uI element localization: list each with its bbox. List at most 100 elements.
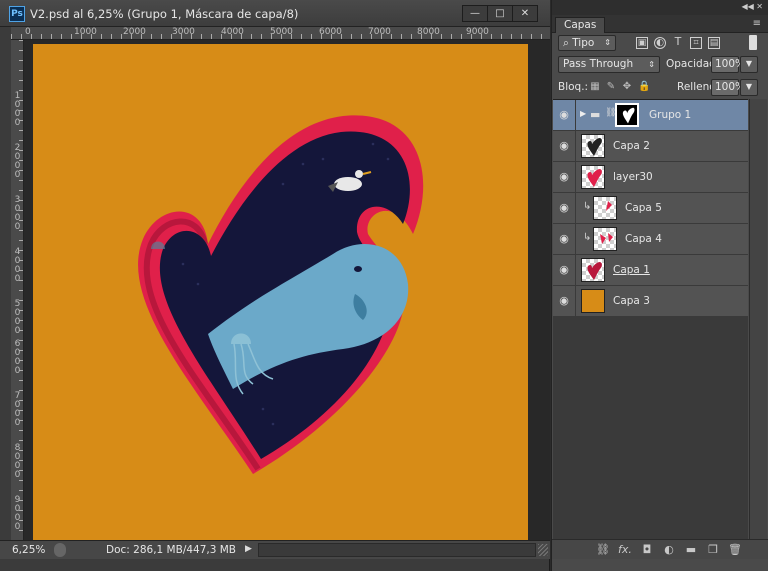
- panel-tab-bar: Capas ≡: [552, 15, 768, 33]
- vertical-ruler[interactable]: 1 0 0 0 2 0 0 0 3 0 0 0 4 0 0 0 5 0 0 0 …: [11, 40, 24, 540]
- status-menu-arrow-icon[interactable]: ▶: [245, 544, 252, 554]
- layer-name: Grupo 1: [649, 109, 692, 121]
- layer-thumbnail: [593, 227, 617, 251]
- panel-header-strip: ◀◀ ✕: [552, 0, 768, 15]
- horizontal-ruler[interactable]: 0 1000 2000 3000 4000 5000 6000 7000 800…: [11, 27, 550, 40]
- status-bar: 6,25% Doc: 286,1 MB/447,3 MB ▶: [0, 540, 550, 559]
- layer-thumbnail: [581, 134, 605, 158]
- clipping-mask-arrow-icon: ↳: [583, 232, 592, 243]
- expand-group-arrow-icon[interactable]: ▶: [580, 109, 586, 118]
- ruler-label: 8 0 0 0: [14, 443, 21, 480]
- ruler-label: 4 0 0 0: [14, 247, 21, 284]
- lock-all-icon[interactable]: 🔒: [638, 82, 650, 92]
- adjustment-filter-icon[interactable]: ◐: [654, 37, 666, 49]
- lock-position-icon[interactable]: ✥: [622, 82, 632, 92]
- search-icon: ⌕: [563, 37, 573, 49]
- filter-selected-value: Tipo: [572, 37, 595, 49]
- blend-mode-select[interactable]: Pass Through ⇕: [558, 56, 660, 73]
- ruler-label: 5 0 0 0: [14, 299, 21, 336]
- document-title-bar[interactable]: Ps V2.psd al 6,25% (Grupo 1, Máscara de …: [0, 0, 550, 27]
- shape-filter-icon[interactable]: ⌗: [690, 37, 702, 49]
- ruler-label: 6000: [319, 27, 342, 37]
- layer-thumbnail: [593, 196, 617, 220]
- visibility-eye-icon[interactable]: ◉: [553, 100, 576, 130]
- chevron-updown-icon: ⇕: [648, 60, 655, 69]
- fx-icon[interactable]: fx.: [618, 543, 632, 557]
- layer-name: Capa 5: [625, 202, 662, 214]
- photoshop-app-icon: Ps: [9, 6, 25, 22]
- ruler-label: 1 0 0 0: [14, 91, 21, 128]
- mask-icon[interactable]: ◘: [640, 543, 654, 557]
- lock-label: Bloq.:: [558, 81, 589, 93]
- trash-icon[interactable]: 🗑: [728, 543, 742, 557]
- ruler-label: 9 0 0 0: [14, 495, 21, 532]
- link-icon[interactable]: ⛓: [596, 543, 610, 557]
- layer-row-capa-1[interactable]: ◉ Capa 1: [553, 255, 748, 286]
- zoom-level-field[interactable]: 6,25%: [12, 544, 45, 556]
- folder-icon[interactable]: ▬: [684, 543, 698, 557]
- minimize-button[interactable]: —: [462, 5, 488, 22]
- ruler-label: 6 0 0 0: [14, 339, 21, 376]
- layer-filter-select[interactable]: ⌕ Tipo ⇕: [558, 35, 616, 51]
- visibility-eye-icon[interactable]: ◉: [553, 286, 576, 316]
- tab-capas[interactable]: Capas: [555, 17, 606, 33]
- ruler-label: 8000: [417, 27, 440, 37]
- folder-icon: ▬: [590, 108, 601, 121]
- v-heart-artwork: [138, 115, 424, 474]
- ruler-label: 7000: [368, 27, 391, 37]
- panel-menu-icon[interactable]: ≡: [753, 18, 761, 29]
- visibility-eye-icon[interactable]: ◉: [553, 193, 576, 223]
- ruler-label: 4000: [221, 27, 244, 37]
- ruler-label: 3 0 0 0: [14, 195, 21, 232]
- layer-row-capa-5[interactable]: ◉ ↳ Capa 5: [553, 193, 748, 224]
- layer-thumbnail: [581, 165, 605, 189]
- layer-row-capa-3[interactable]: ◉ Capa 3: [553, 286, 748, 317]
- opacity-input[interactable]: 100%: [711, 56, 745, 73]
- visibility-eye-icon[interactable]: ◉: [553, 224, 576, 254]
- ruler-label: 2 0 0 0: [14, 143, 21, 180]
- seagull: [334, 177, 362, 191]
- canvas-area[interactable]: [24, 40, 550, 540]
- lock-paint-icon[interactable]: ✎: [606, 82, 616, 92]
- layer-name: Capa 3: [613, 295, 650, 307]
- layer-mask-thumbnail[interactable]: [615, 103, 639, 127]
- layers-scrollbar[interactable]: [749, 99, 767, 539]
- layer-row-layer30[interactable]: ◉ layer30: [553, 162, 748, 193]
- layer-row-grupo-1[interactable]: ◉ ▶ ▬ ⛓ Grupo 1: [553, 100, 748, 131]
- document-window: Ps V2.psd al 6,25% (Grupo 1, Máscara de …: [0, 0, 550, 571]
- type-filter-icon[interactable]: T: [672, 36, 684, 49]
- image-filter-icon[interactable]: ▣: [636, 37, 648, 49]
- ruler-label: 5000: [270, 27, 293, 37]
- fill-input[interactable]: 100%: [711, 79, 745, 96]
- chevron-updown-icon: ⇕: [604, 38, 611, 47]
- layer-row-capa-2[interactable]: ◉ Capa 2: [553, 131, 748, 162]
- fill-dropdown-icon[interactable]: ▼: [740, 79, 758, 96]
- visibility-eye-icon[interactable]: ◉: [553, 255, 576, 285]
- smart-object-filter-icon[interactable]: ▤: [708, 37, 720, 49]
- document-title: V2.psd al 6,25% (Grupo 1, Máscara de cap…: [30, 7, 299, 21]
- lock-transparent-icon[interactable]: ▦: [590, 82, 600, 92]
- whale-eye: [354, 266, 362, 272]
- ruler-label: 1000: [74, 27, 97, 37]
- new-layer-icon[interactable]: ❐: [706, 543, 720, 557]
- clipping-mask-arrow-icon: ↳: [583, 201, 592, 212]
- ruler-label: 3000: [172, 27, 195, 37]
- resize-grip-icon[interactable]: [538, 544, 548, 556]
- layer-row-capa-4[interactable]: ◉ ↳ Capa 4: [553, 224, 748, 255]
- status-toggle-icon[interactable]: [54, 543, 66, 557]
- adjustment-icon[interactable]: ◐: [662, 543, 676, 557]
- document-size-info: Doc: 286,1 MB/447,3 MB: [106, 544, 237, 556]
- visibility-eye-icon[interactable]: ◉: [553, 162, 576, 192]
- visibility-eye-icon[interactable]: ◉: [553, 131, 576, 161]
- layer-thumbnail: [581, 289, 605, 313]
- filter-toggle-switch[interactable]: [749, 35, 757, 50]
- layer-name: layer30: [613, 171, 653, 183]
- close-button[interactable]: ✕: [512, 5, 538, 22]
- artboard[interactable]: [33, 44, 528, 540]
- horizontal-scrollbar[interactable]: [258, 543, 536, 557]
- blend-mode-value: Pass Through: [563, 58, 634, 70]
- maximize-button[interactable]: □: [487, 5, 513, 22]
- opacity-dropdown-icon[interactable]: ▼: [740, 56, 758, 73]
- collapse-panel-icon[interactable]: ◀◀ ✕: [741, 2, 763, 11]
- layers-list[interactable]: ◉ ▶ ▬ ⛓ Grupo 1 ◉ Capa 2 ◉ layer30 ◉ ↳ C…: [553, 99, 748, 539]
